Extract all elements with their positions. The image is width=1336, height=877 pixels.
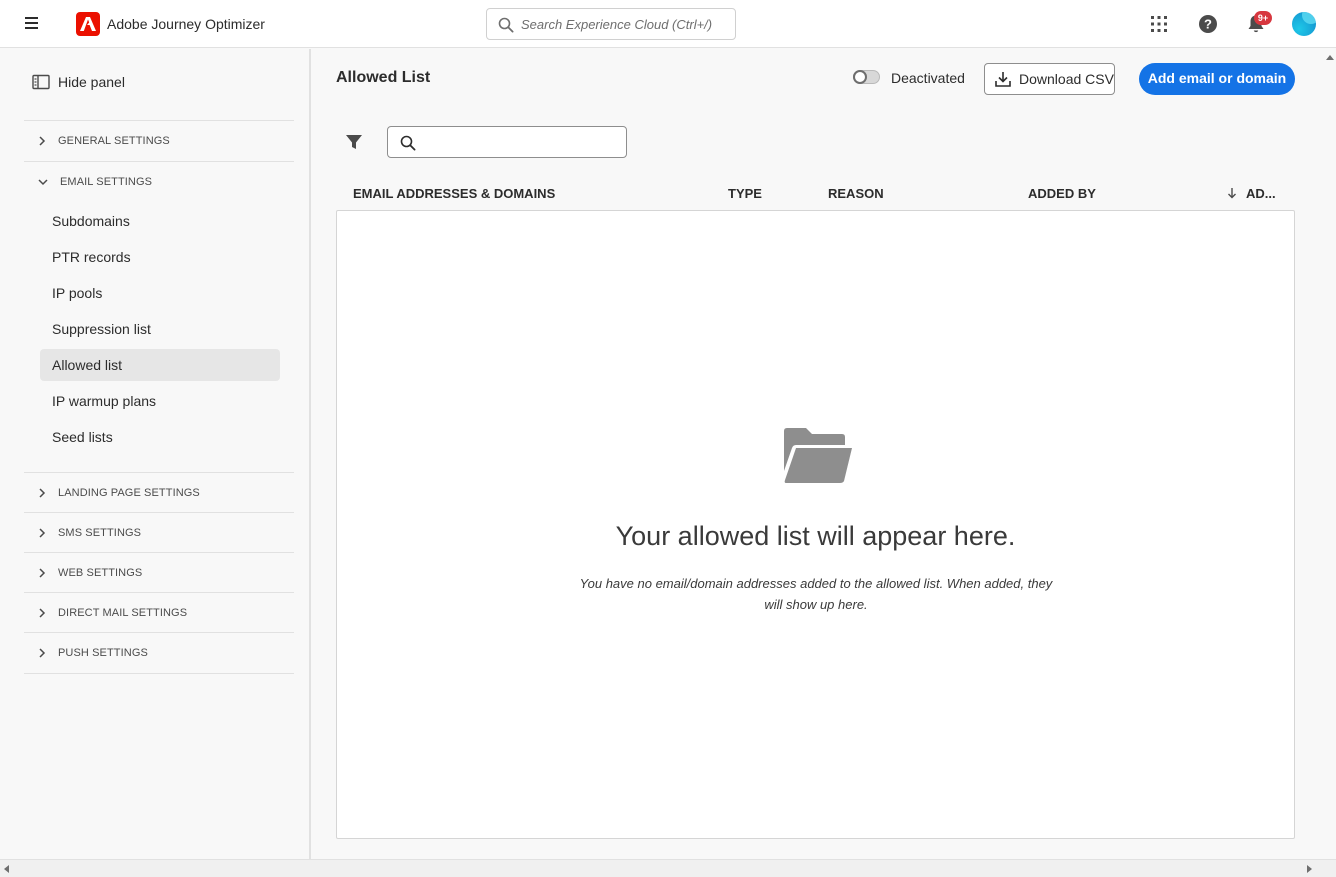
chevron-right-icon [39,136,46,146]
sidebar-item-seed-lists[interactable]: Seed lists [40,421,280,453]
help-icon[interactable]: ? [1196,12,1220,36]
section-landing-page-settings[interactable]: LANDING PAGE SETTINGS [24,472,294,513]
sidebar-item-allowed-list[interactable]: Allowed list [40,349,280,381]
chevron-right-icon [39,568,46,578]
section-label: DIRECT MAIL SETTINGS [58,607,188,619]
download-csv-button[interactable]: Download CSV [984,63,1115,95]
folder-open-icon [784,428,852,483]
scroll-left-arrow[interactable] [4,865,9,873]
column-header-added-date[interactable]: AD... [1246,186,1276,201]
empty-state-title: Your allowed list will appear here. [615,521,1016,551]
adobe-logo[interactable] [76,12,100,36]
apps-grid-icon[interactable] [1147,12,1171,36]
horizontal-scrollbar[interactable] [0,859,1336,877]
search-icon [498,17,514,33]
sidebar-item-ptr-records[interactable]: PTR records [40,241,280,273]
section-sms-settings[interactable]: SMS SETTINGS [24,512,294,553]
section-label: EMAIL SETTINGS [60,176,153,188]
chevron-right-icon [39,488,46,498]
download-csv-label: Download CSV [1019,71,1114,87]
svg-text:?: ? [1204,17,1212,32]
section-direct-mail-settings[interactable]: DIRECT MAIL SETTINGS [24,592,294,633]
filter-icon[interactable] [345,133,363,151]
table-body: Your allowed list will appear here. You … [336,210,1295,839]
scroll-right-arrow[interactable] [1307,865,1312,873]
section-label: LANDING PAGE SETTINGS [58,487,200,499]
table-search-input[interactable] [424,127,620,157]
top-bar: Adobe Journey Optimizer ? 9+ [0,0,1336,48]
table-search[interactable] [387,126,627,158]
menu-icon[interactable] [20,15,44,33]
column-header-added-by[interactable]: ADDED BY [1028,186,1096,201]
section-web-settings[interactable]: WEB SETTINGS [24,552,294,593]
panel-icon [32,74,50,90]
chevron-right-icon [39,608,46,618]
column-header-reason[interactable]: REASON [828,186,884,201]
sidebar-item-ip-pools[interactable]: IP pools [40,277,280,309]
section-label: PUSH SETTINGS [58,647,148,659]
download-icon [995,72,1011,87]
section-push-settings[interactable]: PUSH SETTINGS [24,632,294,674]
activation-toggle[interactable] [853,70,880,84]
main-content: Allowed List Deactivated Download CSV Ad… [312,49,1324,859]
section-label: GENERAL SETTINGS [58,135,170,147]
settings-sidebar: Hide panel GENERAL SETTINGS EMAIL SETTIN… [0,49,311,859]
vertical-scrollbar[interactable] [1324,49,1336,859]
section-email-settings[interactable]: EMAIL SETTINGS [24,161,294,202]
column-header-type[interactable]: TYPE [728,186,762,201]
chevron-down-icon [38,179,48,186]
avatar[interactable] [1292,12,1316,36]
section-label: WEB SETTINGS [58,567,143,579]
global-search-input[interactable] [521,9,729,39]
global-search[interactable] [486,8,736,40]
toggle-label: Deactivated [891,70,965,86]
sort-descending-icon[interactable] [1227,187,1237,199]
hide-panel-label: Hide panel [58,74,125,90]
section-label: SMS SETTINGS [58,527,142,539]
sidebar-item-suppression-list[interactable]: Suppression list [40,313,280,345]
column-header-email-addresses[interactable]: EMAIL ADDRESSES & DOMAINS [353,186,555,201]
section-general-settings[interactable]: GENERAL SETTINGS [24,120,294,161]
notification-badge: 9+ [1254,11,1272,25]
chevron-right-icon [39,528,46,538]
hide-panel-button[interactable]: Hide panel [32,73,125,91]
sidebar-item-subdomains[interactable]: Subdomains [40,205,280,237]
page-title: Allowed List [336,69,431,86]
app-title[interactable]: Adobe Journey Optimizer [107,16,265,32]
add-email-or-domain-button[interactable]: Add email or domain [1139,63,1295,95]
sidebar-item-ip-warmup-plans[interactable]: IP warmup plans [40,385,280,417]
empty-state-description: You have no email/domain addresses added… [579,576,1053,612]
chevron-right-icon [39,648,46,658]
search-icon [400,135,416,151]
